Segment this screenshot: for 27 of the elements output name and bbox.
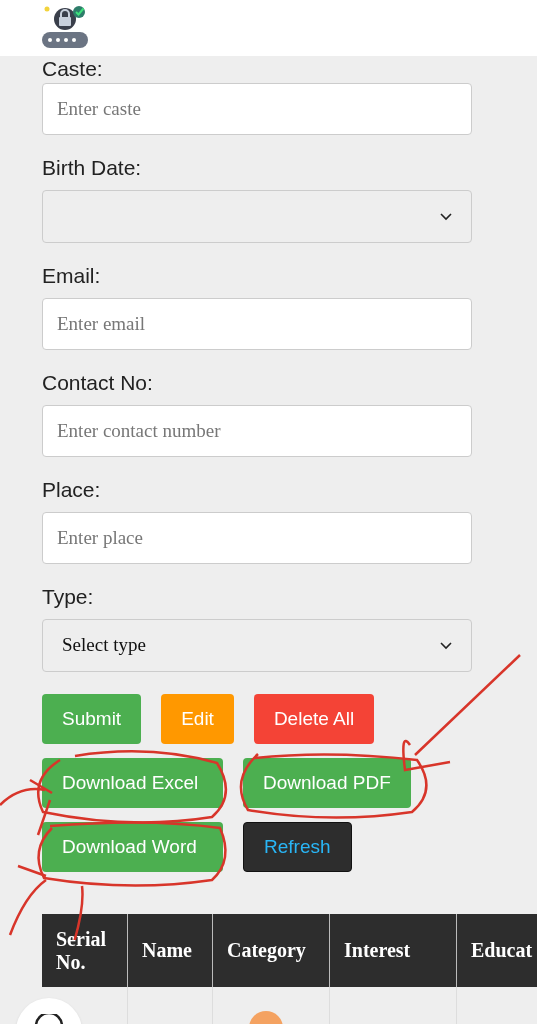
text-field[interactable]: Enter place [42, 512, 472, 564]
annotation-arrow [0, 778, 54, 837]
field-label: Contact No: [42, 370, 154, 396]
action-button[interactable]: Download PDF [243, 758, 411, 808]
column-header: Category [213, 914, 330, 987]
text-field[interactable]: Enter email [42, 298, 472, 350]
action-button[interactable]: Edit [161, 694, 234, 744]
field-label: Email: [42, 263, 102, 289]
text-field[interactable]: Enter caste [42, 83, 472, 135]
action-button[interactable]: Refresh [243, 822, 352, 872]
column-header: Serial No. [42, 914, 128, 987]
field-label: Caste: [42, 56, 104, 82]
field-label: Type: [42, 584, 95, 610]
column-header: Educat [457, 914, 537, 987]
column-header: Interest [330, 914, 457, 987]
field-label: Birth Date: [42, 155, 143, 181]
text-field[interactable]: Enter contact number [42, 405, 472, 457]
chevron-down-icon [440, 212, 452, 221]
chevron-down-icon [440, 641, 452, 650]
action-button[interactable]: Download Word [42, 822, 223, 872]
field-label: Place: [42, 477, 102, 503]
action-button[interactable]: Submit [42, 694, 142, 744]
action-button[interactable]: Download Excel [42, 758, 223, 808]
column-header: Name [128, 914, 213, 987]
select-field[interactable]: Select type [42, 619, 472, 672]
select-field[interactable] [42, 190, 472, 243]
action-button[interactable]: Delete All [253, 694, 375, 744]
